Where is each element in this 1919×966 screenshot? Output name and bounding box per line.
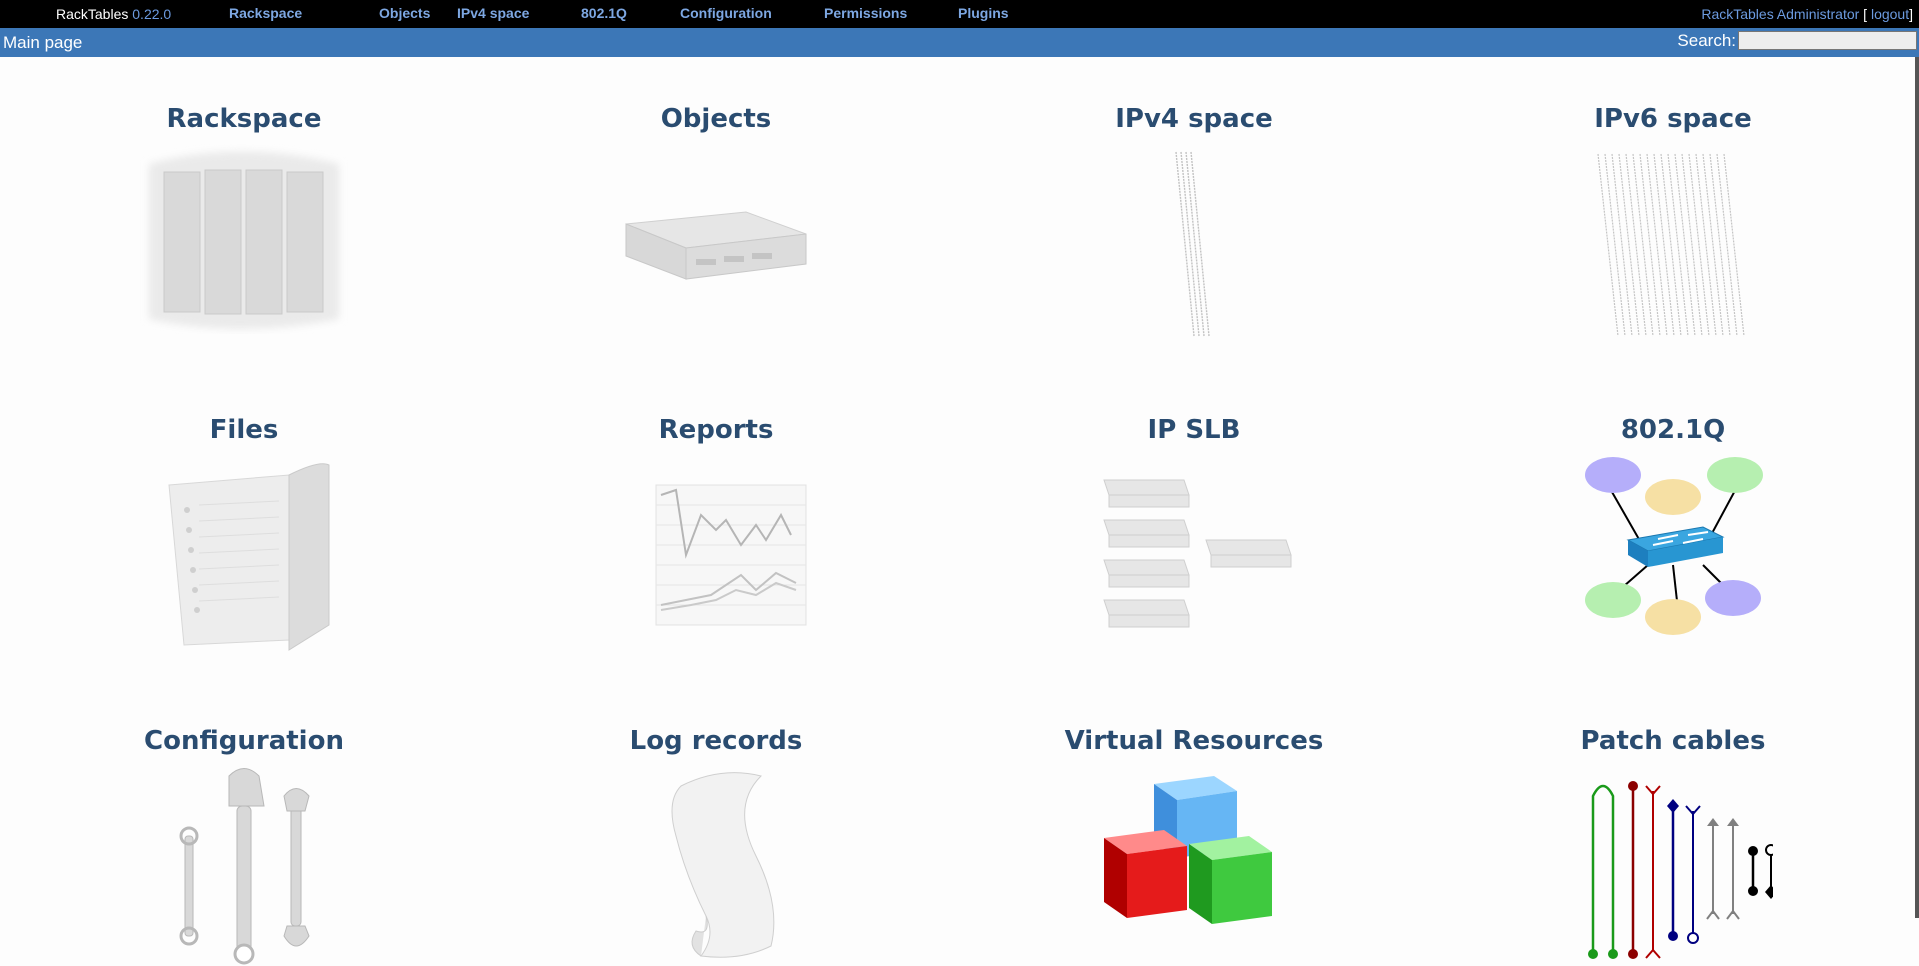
tile-title[interactable]: Files <box>94 415 394 445</box>
user-link[interactable]: RackTables Administrator <box>1701 6 1859 22</box>
breadcrumb-bar: Main page Search: <box>0 28 1919 57</box>
vlan-switch-icon[interactable] <box>1578 455 1768 645</box>
bracket-close: ] <box>1909 6 1913 22</box>
tile-title[interactable]: IPv6 space <box>1523 104 1823 134</box>
report-chart-icon[interactable] <box>616 455 816 655</box>
tile-title[interactable]: Virtual Resources <box>1044 726 1344 756</box>
search-form: Search: <box>1677 31 1917 51</box>
tile-title[interactable]: 802.1Q <box>1523 415 1823 445</box>
tile-configuration[interactable]: Configuration <box>94 726 394 966</box>
tile-log-records[interactable]: Log records <box>566 726 866 966</box>
tile-title[interactable]: Patch cables <box>1523 726 1823 756</box>
vertical-scrollbar[interactable] <box>1915 57 1919 918</box>
folder-icon[interactable] <box>139 455 349 655</box>
nav-objects[interactable]: Objects <box>379 5 430 21</box>
user-box: RackTables Administrator [ logout] <box>1701 6 1913 22</box>
tile-title[interactable]: Log records <box>566 726 866 756</box>
wrench-icon[interactable] <box>159 766 329 966</box>
search-input[interactable] <box>1738 31 1917 50</box>
tile-files[interactable]: Files <box>94 415 394 655</box>
nav-plugins[interactable]: Plugins <box>958 5 1009 21</box>
tile-title[interactable]: Reports <box>566 415 866 445</box>
nav-configuration[interactable]: Configuration <box>680 5 772 21</box>
tile-ipv6-space[interactable]: IPv6 space <box>1523 104 1823 344</box>
ipv4-icon[interactable] <box>1154 144 1234 344</box>
tile-objects[interactable]: Objects <box>566 104 866 334</box>
patch-cables-icon[interactable] <box>1573 766 1773 966</box>
load-balancer-icon[interactable] <box>1094 455 1294 655</box>
top-bar: RackTables 0.22.0 Rackspace Objects IPv4… <box>0 0 1919 28</box>
bracket-open: [ <box>1863 6 1868 22</box>
tile-title[interactable]: Rackspace <box>94 104 394 134</box>
server-icon[interactable] <box>616 144 816 334</box>
scroll-icon[interactable] <box>631 766 801 966</box>
nav-ipv4-space[interactable]: IPv4 space <box>457 5 529 21</box>
tile-title[interactable]: IPv4 space <box>1044 104 1344 134</box>
search-label: Search: <box>1677 31 1736 50</box>
tile-virtual-resources[interactable]: Virtual Resources <box>1044 726 1344 966</box>
nav-8021q[interactable]: 802.1Q <box>581 5 627 21</box>
tile-title[interactable]: IP SLB <box>1044 415 1344 445</box>
rack-icon[interactable] <box>139 144 349 334</box>
tile-rackspace[interactable]: Rackspace <box>94 104 394 334</box>
logout-link[interactable]: logout <box>1871 6 1909 22</box>
tile-title[interactable]: Objects <box>566 104 866 134</box>
breadcrumb: Main page <box>3 33 83 52</box>
cubes-icon[interactable] <box>1089 766 1299 966</box>
nav-permissions[interactable]: Permissions <box>824 5 907 21</box>
tile-8021q[interactable]: 802.1Q <box>1523 415 1823 645</box>
tile-patch-cables[interactable]: Patch cables <box>1523 726 1823 966</box>
tile-title[interactable]: Configuration <box>94 726 394 756</box>
nav-rackspace[interactable]: Rackspace <box>229 5 302 21</box>
ipv6-icon[interactable] <box>1588 144 1758 344</box>
tile-ip-slb[interactable]: IP SLB <box>1044 415 1344 655</box>
tile-reports[interactable]: Reports <box>566 415 866 655</box>
app-name: RackTables <box>56 6 129 22</box>
app-version: 0.22.0 <box>132 6 172 22</box>
tile-ipv4-space[interactable]: IPv4 space <box>1044 104 1344 344</box>
app-brand: RackTables 0.22.0 <box>56 6 171 22</box>
